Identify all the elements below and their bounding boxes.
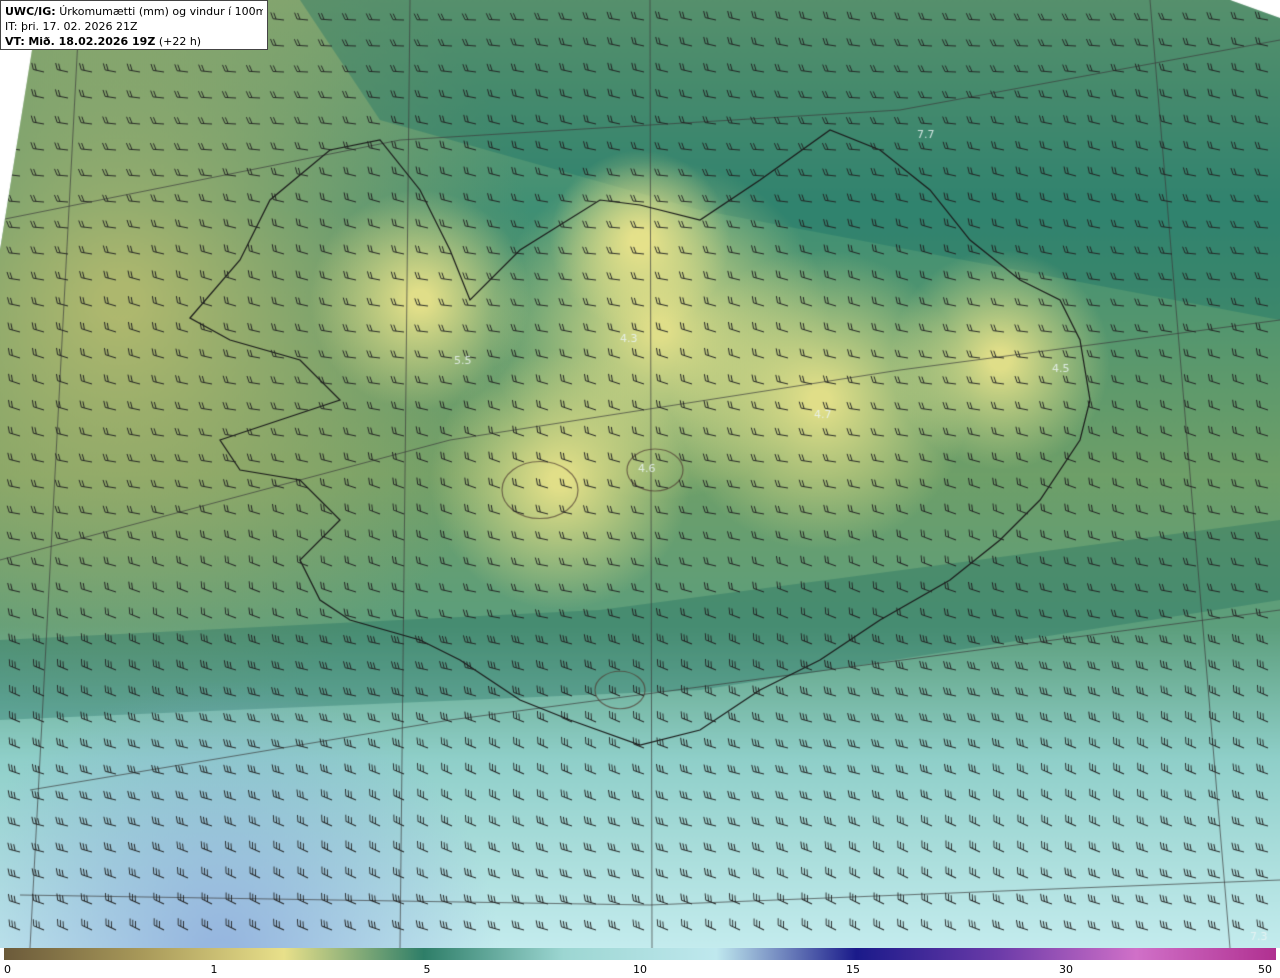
init-time: þri. 17. 02. 2026 21Z bbox=[20, 20, 138, 33]
color-scale-bar bbox=[4, 948, 1276, 960]
valid-time-line: VT: Mið. 18.02.2026 19Z (+22 h) bbox=[5, 34, 263, 49]
weather-map-canvas[interactable] bbox=[0, 0, 1280, 948]
valid-time: Mið. 18.02.2026 19Z bbox=[28, 35, 156, 48]
map-title-box: UWC/IG: Úrkomumætti (mm) og vindur í 100… bbox=[0, 0, 268, 50]
legend-tick-10: 10 bbox=[633, 963, 647, 976]
valid-label: VT: bbox=[5, 35, 25, 48]
model-label: UWC/IG: bbox=[5, 5, 56, 18]
product-title: Úrkomumætti (mm) og vindur í 100m hæð bbox=[59, 5, 263, 18]
legend-tick-1: 1 bbox=[210, 963, 218, 976]
legend-tick-30: 30 bbox=[1059, 963, 1073, 976]
legend-tick-15: 15 bbox=[846, 963, 860, 976]
title-line: UWC/IG: Úrkomumætti (mm) og vindur í 100… bbox=[5, 4, 263, 19]
legend-tick-0: 0 bbox=[4, 963, 11, 976]
init-time-line: IT: þri. 17. 02. 2026 21Z bbox=[5, 19, 263, 34]
lead-time: (+22 h) bbox=[158, 35, 202, 48]
color-legend: 0 1 5 10 15 30 50 bbox=[0, 948, 1280, 978]
legend-tick-50: 50 bbox=[1258, 963, 1272, 976]
init-label: IT: bbox=[5, 20, 18, 33]
legend-tick-5: 5 bbox=[423, 963, 431, 976]
